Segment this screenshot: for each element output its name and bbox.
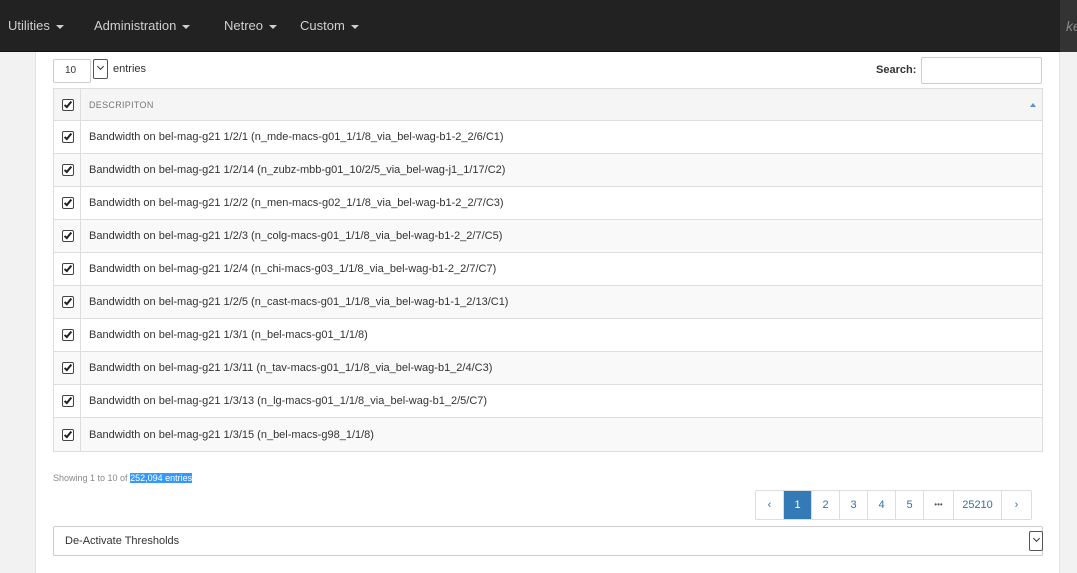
table-row[interactable]: Bandwidth on bel-mag-g21 1/3/13 (n_lg-ma… bbox=[54, 385, 1042, 418]
page-next-button[interactable]: › bbox=[1001, 491, 1031, 519]
nav-menu-administration[interactable]: Administration bbox=[94, 0, 191, 52]
check-icon bbox=[63, 362, 73, 372]
check-icon bbox=[63, 329, 73, 339]
page-button-last[interactable]: 25210 bbox=[953, 491, 1001, 519]
row-description: Bandwidth on bel-mag-g21 1/2/4 (n_chi-ma… bbox=[89, 263, 497, 275]
table-row[interactable]: Bandwidth on bel-mag-g21 1/2/4 (n_chi-ma… bbox=[54, 253, 1042, 286]
pagination: ‹ 1 2 3 4 5 ••• 25210 › bbox=[755, 490, 1032, 520]
entries-length-dropdown[interactable] bbox=[93, 59, 108, 79]
row-checkbox[interactable] bbox=[62, 230, 74, 242]
table-row[interactable]: Bandwidth on bel-mag-g21 1/3/1 (n_bel-ma… bbox=[54, 319, 1042, 352]
sort-asc-icon[interactable] bbox=[1030, 103, 1036, 107]
chevron-down-icon bbox=[1032, 534, 1041, 543]
info-prefix: Showing 1 to 10 of bbox=[53, 473, 131, 483]
nav-search-text: ke bbox=[1066, 18, 1077, 34]
nav-menu-label: Administration bbox=[94, 18, 177, 33]
nav-menu-custom[interactable]: Custom bbox=[300, 0, 359, 52]
search-input[interactable] bbox=[921, 57, 1042, 84]
row-description: Bandwidth on bel-mag-g21 1/2/3 (n_colg-m… bbox=[89, 230, 503, 242]
check-icon bbox=[63, 263, 73, 273]
table-row[interactable]: Bandwidth on bel-mag-g21 1/2/2 (n_men-ma… bbox=[54, 187, 1042, 220]
column-header-description[interactable]: DESCRIPITON bbox=[89, 89, 154, 120]
check-icon bbox=[63, 99, 73, 108]
row-checkbox-cell bbox=[54, 385, 81, 417]
info-total-highlight: 252,094 entries bbox=[130, 473, 193, 483]
caret-down-icon bbox=[350, 24, 359, 29]
row-description: Bandwidth on bel-mag-g21 1/2/2 (n_men-ma… bbox=[89, 197, 504, 209]
row-description: Bandwidth on bel-mag-g21 1/3/11 (n_tav-m… bbox=[89, 362, 493, 374]
nav-menu-label: Netreo bbox=[224, 18, 264, 33]
threshold-action-dropdown[interactable] bbox=[1029, 531, 1043, 551]
page-button-1[interactable]: 1 bbox=[783, 491, 811, 519]
nav-menu-netreo[interactable]: Netreo bbox=[224, 0, 278, 52]
threshold-action-select[interactable]: De-Activate Thresholds bbox=[53, 526, 1043, 556]
table-row[interactable]: Bandwidth on bel-mag-g21 1/3/11 (n_tav-m… bbox=[54, 352, 1042, 385]
page-prev-button[interactable]: ‹ bbox=[756, 491, 783, 519]
caret-down-icon bbox=[269, 24, 278, 29]
row-checkbox[interactable] bbox=[62, 131, 74, 143]
search-label: Search: bbox=[876, 64, 917, 76]
content-panel: 10 entries Search: DESCRIPITON Bandwidth… bbox=[35, 52, 1060, 573]
row-checkbox-cell bbox=[54, 187, 81, 219]
chevron-down-icon bbox=[96, 62, 105, 71]
table-row[interactable]: Bandwidth on bel-mag-g21 1/2/1 (n_mde-ma… bbox=[54, 121, 1042, 154]
row-description: Bandwidth on bel-mag-g21 1/3/15 (n_bel-m… bbox=[89, 428, 374, 441]
threshold-action-value: De-Activate Thresholds bbox=[65, 535, 180, 547]
page-ellipsis: ••• bbox=[923, 491, 953, 519]
row-checkbox[interactable] bbox=[62, 428, 74, 441]
entries-label: entries bbox=[113, 63, 147, 75]
page-button-2[interactable]: 2 bbox=[811, 491, 839, 519]
nav-search-box[interactable]: ke bbox=[1060, 0, 1077, 52]
row-description: Bandwidth on bel-mag-g21 1/2/14 (n_zubz-… bbox=[89, 164, 506, 176]
check-icon bbox=[63, 164, 73, 174]
row-description: Bandwidth on bel-mag-g21 1/3/1 (n_bel-ma… bbox=[89, 329, 368, 341]
row-checkbox-cell bbox=[54, 154, 81, 186]
row-checkbox[interactable] bbox=[62, 395, 74, 407]
table-row[interactable]: Bandwidth on bel-mag-g21 1/2/5 (n_cast-m… bbox=[54, 286, 1042, 319]
top-navbar: Utilities Administration Netreo Custom k… bbox=[0, 0, 1077, 52]
page-button-4[interactable]: 4 bbox=[867, 491, 895, 519]
row-checkbox-cell bbox=[54, 418, 81, 451]
row-checkbox-cell bbox=[54, 286, 81, 318]
row-checkbox-cell bbox=[54, 352, 81, 384]
row-checkbox[interactable] bbox=[62, 329, 74, 341]
row-checkbox-cell bbox=[54, 319, 81, 351]
row-checkbox[interactable] bbox=[62, 164, 74, 176]
row-checkbox[interactable] bbox=[62, 263, 74, 275]
table-row[interactable]: Bandwidth on bel-mag-g21 1/3/15 (n_bel-m… bbox=[54, 418, 1042, 451]
row-description: Bandwidth on bel-mag-g21 1/3/13 (n_lg-ma… bbox=[89, 395, 488, 407]
check-icon bbox=[63, 296, 73, 306]
select-all-checkbox[interactable] bbox=[62, 98, 74, 111]
check-icon bbox=[63, 197, 73, 207]
page-button-5[interactable]: 5 bbox=[895, 491, 923, 519]
caret-down-icon bbox=[182, 24, 191, 29]
nav-menu-utilities[interactable]: Utilities bbox=[8, 0, 64, 52]
row-description: Bandwidth on bel-mag-g21 1/2/1 (n_mde-ma… bbox=[89, 131, 504, 143]
check-icon bbox=[63, 429, 73, 438]
entries-length-value: 10 bbox=[65, 65, 77, 76]
caret-down-icon bbox=[55, 24, 64, 29]
nav-menu-label: Custom bbox=[300, 18, 345, 33]
page-button-3[interactable]: 3 bbox=[839, 491, 867, 519]
row-checkbox-cell bbox=[54, 253, 81, 285]
entries-length-select[interactable]: 10 bbox=[53, 59, 91, 83]
row-checkbox-cell bbox=[54, 121, 81, 153]
table-header-row: DESCRIPITON bbox=[54, 89, 1042, 121]
nav-menu-label: Utilities bbox=[8, 18, 50, 33]
row-checkbox[interactable] bbox=[62, 197, 74, 209]
table-info: Showing 1 to 10 of 252,094 entries bbox=[53, 473, 193, 483]
check-icon bbox=[63, 131, 73, 141]
row-checkbox[interactable] bbox=[62, 362, 74, 374]
row-checkbox-cell bbox=[54, 220, 81, 252]
check-icon bbox=[63, 395, 73, 405]
row-checkbox[interactable] bbox=[62, 296, 74, 308]
data-table: DESCRIPITON Bandwidth on bel-mag-g21 1/2… bbox=[53, 88, 1043, 452]
table-row[interactable]: Bandwidth on bel-mag-g21 1/2/14 (n_zubz-… bbox=[54, 154, 1042, 187]
row-description: Bandwidth on bel-mag-g21 1/2/5 (n_cast-m… bbox=[89, 296, 509, 308]
check-icon bbox=[63, 230, 73, 240]
table-row[interactable]: Bandwidth on bel-mag-g21 1/2/3 (n_colg-m… bbox=[54, 220, 1042, 253]
select-all-cell bbox=[54, 89, 81, 120]
